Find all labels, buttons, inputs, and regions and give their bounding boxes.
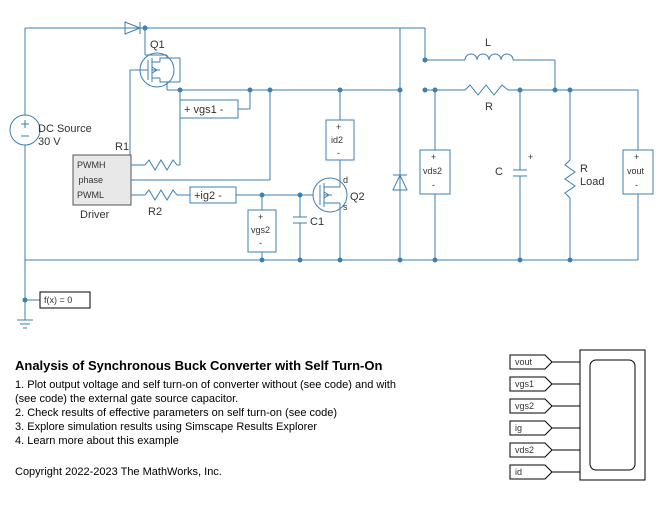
svg-text:id: id xyxy=(515,467,522,477)
step-1a: 1. Plot output voltage and self turn-on … xyxy=(15,379,396,391)
vout-minus: - xyxy=(635,180,638,190)
circuit-diagram: DC Source 30 V Q1 + vgs1 - PWMH phase PW… xyxy=(0,0,672,515)
c-label: C xyxy=(495,166,503,178)
vgs2-plus: + xyxy=(258,212,263,222)
vgs1-label: + vgs1 - xyxy=(184,104,224,116)
r1-label: R1 xyxy=(115,141,129,153)
vout-label: vout xyxy=(627,166,645,176)
id2-label: id2 xyxy=(331,135,343,145)
fx0-label: f(x) = 0 xyxy=(44,295,72,305)
driver-label: Driver xyxy=(80,209,110,221)
r1-resistor-icon xyxy=(145,160,177,170)
r2-label: R2 xyxy=(148,206,162,218)
signal-tags: vout vgs1 vgs2 ig vds2 id xyxy=(510,355,552,479)
id2-plus: + xyxy=(336,122,341,132)
svg-text:+: + xyxy=(528,152,533,162)
phase-label: phase xyxy=(78,175,103,185)
svg-text:vout: vout xyxy=(515,357,533,367)
svg-text:vds2: vds2 xyxy=(515,445,534,455)
r2-resistor-icon xyxy=(145,190,177,200)
svg-text:vgs2: vgs2 xyxy=(515,401,534,411)
vgs2-minus: - xyxy=(259,238,262,248)
rload-label2: Load xyxy=(580,176,604,188)
copyright: Copyright 2022-2023 The MathWorks, Inc. xyxy=(15,466,222,478)
c1-label: C1 xyxy=(310,216,324,228)
pwml-label: PWML xyxy=(77,190,104,200)
vds2-label: vds2 xyxy=(423,166,442,176)
step-4: 4. Learn more about this example xyxy=(15,435,179,447)
q2-label: Q2 xyxy=(350,191,365,203)
title: Analysis of Synchronous Buck Converter w… xyxy=(15,358,382,373)
svg-text:ig: ig xyxy=(515,423,522,433)
r-resistor-icon xyxy=(465,85,508,95)
q2-d-label: d xyxy=(343,175,348,185)
dc-source-label: DC Source xyxy=(38,123,92,135)
vgs2-label: vgs2 xyxy=(251,225,270,235)
q2-s-label: s xyxy=(343,202,348,212)
ig2-label: +ig2 - xyxy=(194,190,222,202)
rload-label1: R xyxy=(580,163,588,175)
vds2-minus: - xyxy=(432,180,435,190)
q1-label: Q1 xyxy=(150,39,165,51)
l-label: L xyxy=(485,37,491,49)
svg-text:vgs1: vgs1 xyxy=(515,379,534,389)
step-2: 2. Check results of effective parameters… xyxy=(15,407,337,419)
step-3: 3. Explore simulation results using Sims… xyxy=(15,421,317,433)
dc-source-icon xyxy=(10,115,40,145)
vds2-plus: + xyxy=(431,152,436,162)
inductor-icon xyxy=(465,54,513,60)
step-1b: (see code) the external gate source capa… xyxy=(15,393,238,405)
dc-voltage-label: 30 V xyxy=(38,136,61,148)
vout-plus: + xyxy=(634,152,639,162)
r-label: R xyxy=(485,101,493,113)
pwmh-label: PWMH xyxy=(77,160,106,170)
id2-minus: - xyxy=(337,148,340,158)
rload-resistor-icon xyxy=(565,160,575,198)
